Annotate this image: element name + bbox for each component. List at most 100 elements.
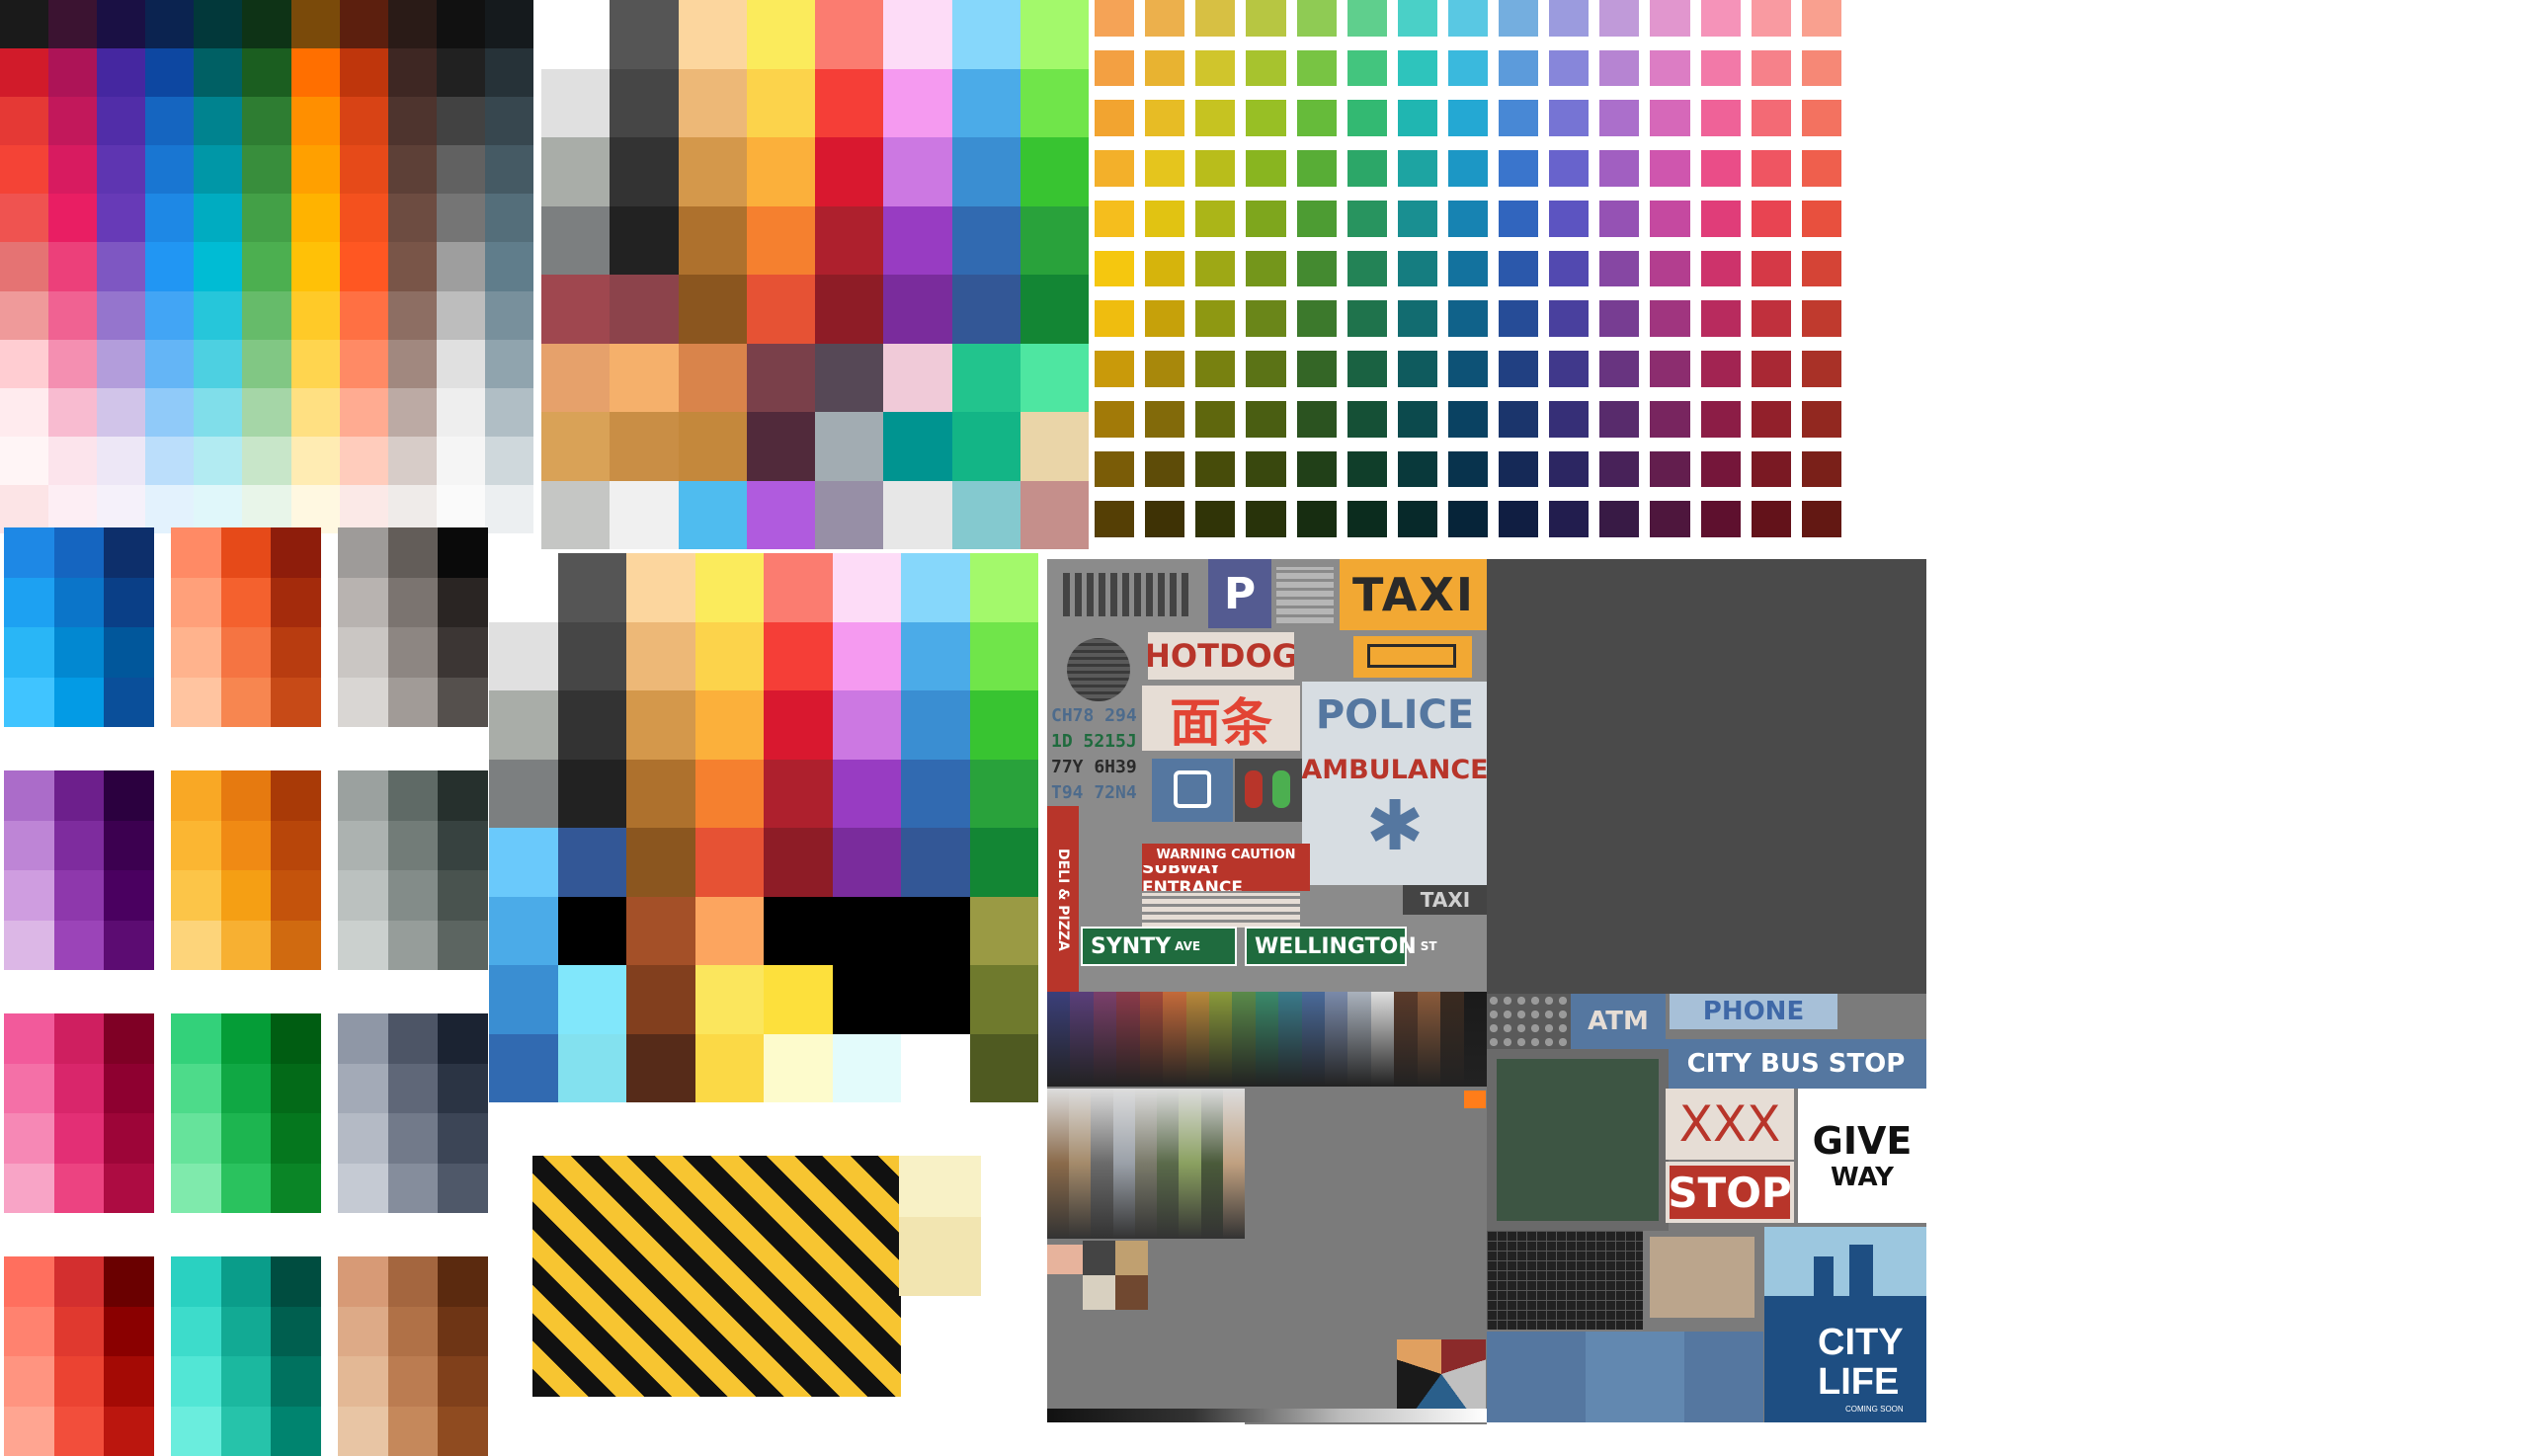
material-swatch bbox=[97, 145, 145, 194]
torn-poster bbox=[1650, 1237, 1754, 1318]
small-palette-swatch bbox=[438, 1164, 488, 1214]
give-way-sign: GIVE WAY bbox=[1798, 1089, 1926, 1223]
small-palette-swatch bbox=[271, 1307, 321, 1357]
material-swatch bbox=[291, 145, 340, 194]
material-swatch bbox=[340, 388, 388, 437]
pixel2-swatch bbox=[970, 965, 1039, 1034]
rainbow-swatch bbox=[1095, 401, 1134, 438]
timetable-panel bbox=[1142, 893, 1300, 930]
rainbow-swatch bbox=[1398, 501, 1437, 537]
rainbow-swatch bbox=[1347, 401, 1387, 438]
strip-swatch bbox=[1347, 992, 1370, 1087]
material-swatch bbox=[340, 291, 388, 340]
rainbow-swatch bbox=[1549, 501, 1589, 537]
material-swatch bbox=[194, 291, 242, 340]
rainbow-swatch bbox=[1297, 251, 1337, 287]
small-palette-swatch bbox=[438, 821, 488, 871]
rainbow-swatch bbox=[1802, 401, 1841, 438]
pixel1-swatch bbox=[883, 344, 951, 413]
rainbow-swatch bbox=[1802, 351, 1841, 387]
rainbow-swatch bbox=[1095, 501, 1134, 537]
pixel1-swatch bbox=[747, 412, 815, 481]
small-palette-swatch bbox=[438, 770, 488, 821]
pixel1-swatch bbox=[679, 69, 747, 138]
rainbow-swatch bbox=[1549, 201, 1589, 237]
strip-swatch bbox=[1047, 992, 1070, 1087]
pixel2-swatch bbox=[489, 690, 558, 760]
pixel1-swatch bbox=[610, 206, 678, 276]
material-swatch bbox=[242, 437, 290, 485]
small-palette-swatch bbox=[388, 1013, 439, 1064]
small-palette-swatch bbox=[221, 1013, 272, 1064]
material-swatch bbox=[194, 242, 242, 290]
pixel1-swatch bbox=[952, 206, 1020, 276]
small-palette-swatch bbox=[104, 1407, 154, 1456]
fabric-swatch bbox=[1069, 1089, 1091, 1239]
rainbow-swatch bbox=[1246, 251, 1285, 287]
rainbow-swatch bbox=[1701, 100, 1741, 136]
small-palette-swatch bbox=[388, 1164, 439, 1214]
material-swatch bbox=[437, 388, 485, 437]
pixel1-swatch bbox=[1020, 69, 1089, 138]
rainbow-swatch bbox=[1297, 201, 1337, 237]
rainbow-swatch bbox=[1398, 50, 1437, 87]
material-swatch bbox=[0, 291, 48, 340]
small-palette-swatch bbox=[104, 1256, 154, 1307]
pixel2-swatch bbox=[626, 622, 695, 691]
fabric-swatch bbox=[1201, 1089, 1223, 1239]
small-palette-swatch bbox=[388, 1256, 439, 1307]
small-palette-swatch bbox=[221, 1113, 272, 1164]
rainbow-swatch bbox=[1347, 150, 1387, 187]
small-palette-swatch bbox=[171, 1064, 221, 1114]
pixel1-swatch bbox=[679, 0, 747, 69]
material-swatch bbox=[340, 242, 388, 290]
pixel2-swatch bbox=[833, 965, 902, 1034]
pixel2-swatch bbox=[695, 760, 765, 829]
rainbow-swatch bbox=[1297, 351, 1337, 387]
pixel2-swatch bbox=[764, 553, 833, 622]
material-swatch bbox=[0, 194, 48, 242]
pixel1-swatch bbox=[610, 0, 678, 69]
strip-swatch bbox=[1394, 992, 1417, 1087]
material-palette bbox=[0, 0, 533, 533]
pixel2-swatch bbox=[626, 690, 695, 760]
city-label: CITY bbox=[1818, 1322, 1904, 1364]
rainbow-swatch bbox=[1297, 451, 1337, 488]
small-palette-swatch bbox=[221, 1164, 272, 1214]
rainbow-swatch bbox=[1701, 201, 1741, 237]
small-palette-swatch bbox=[338, 578, 388, 628]
rainbow-swatch bbox=[1145, 100, 1184, 136]
taxi-small-sign: TAXI bbox=[1403, 885, 1488, 915]
pixel1-swatch bbox=[610, 344, 678, 413]
rainbow-swatch bbox=[1095, 100, 1134, 136]
rainbow-swatch bbox=[1802, 150, 1841, 187]
rainbow-swatch bbox=[1752, 501, 1791, 537]
small-palette-swatch bbox=[271, 627, 321, 678]
pixel2-swatch bbox=[695, 965, 765, 1034]
star-of-life-icon: ✱ bbox=[1366, 791, 1425, 860]
strip-swatch bbox=[1325, 992, 1347, 1087]
rainbow-swatch bbox=[1398, 150, 1437, 187]
rainbow-swatch bbox=[1145, 451, 1184, 488]
pixel2-swatch bbox=[558, 828, 627, 897]
small-palette-swatch bbox=[171, 1307, 221, 1357]
pixel1-swatch bbox=[541, 137, 610, 206]
material-swatch bbox=[48, 0, 97, 48]
small-palette-swatch bbox=[271, 821, 321, 871]
rainbow-swatch bbox=[1650, 100, 1689, 136]
material-swatch bbox=[242, 242, 290, 290]
rainbow-swatch bbox=[1145, 150, 1184, 187]
material-swatch bbox=[48, 242, 97, 290]
rainbow-swatch bbox=[1448, 351, 1488, 387]
rainbow-swatch bbox=[1802, 300, 1841, 337]
rainbow-swatch bbox=[1549, 401, 1589, 438]
rainbow-swatch bbox=[1448, 300, 1488, 337]
rainbow-swatch bbox=[1650, 451, 1689, 488]
skin-swatch bbox=[1047, 1245, 1083, 1274]
rainbow-swatch bbox=[1297, 150, 1337, 187]
pixel1-swatch bbox=[747, 206, 815, 276]
rainbow-swatch bbox=[1448, 451, 1488, 488]
rainbow-swatch bbox=[1752, 251, 1791, 287]
rainbow-swatch bbox=[1095, 351, 1134, 387]
rainbow-swatch bbox=[1398, 251, 1437, 287]
